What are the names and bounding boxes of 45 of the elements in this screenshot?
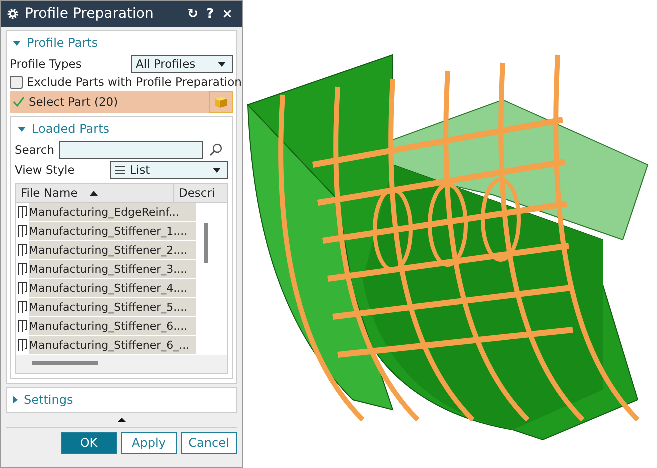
- column-header[interactable]: Descri: [174, 184, 215, 202]
- settings-icon: [7, 8, 19, 20]
- field-label: Profile Types: [10, 57, 82, 71]
- part-file-icon: [18, 224, 28, 238]
- part-file-icon: [18, 205, 28, 219]
- part-file-icon: [18, 300, 28, 314]
- table-row[interactable]: Manufacturing_Stiffener_6_...: [29, 336, 196, 354]
- search-field[interactable]: [58, 141, 203, 159]
- view-style-dropdown[interactable]: List: [110, 161, 228, 179]
- checkbox-label: Exclude Parts with Profile Preparation: [27, 75, 242, 89]
- dialog-button[interactable]: Apply: [121, 432, 177, 454]
- checkbox[interactable]: [10, 76, 23, 88]
- field-label: View Style: [15, 163, 75, 177]
- scrollbar[interactable]: [32, 361, 98, 365]
- window-title: Profile Preparation: [25, 6, 155, 22]
- section-title[interactable]: Loaded Parts: [32, 122, 110, 136]
- dialog-button[interactable]: Cancel: [181, 432, 237, 454]
- table-row[interactable]: Manufacturing_Stiffener_1....: [29, 222, 196, 240]
- table-row[interactable]: Manufacturing_Stiffener_3....: [29, 260, 196, 278]
- field-label: Search: [15, 143, 55, 157]
- profile-types-dropdown[interactable]: All Profiles: [131, 55, 233, 73]
- part-file-icon: [18, 319, 28, 333]
- title-bar-button[interactable]: ↻: [184, 6, 202, 22]
- list-icon: [115, 166, 125, 174]
- part-file-icon: [18, 262, 28, 276]
- table-row[interactable]: Manufacturing_Stiffener_5....: [29, 298, 196, 316]
- part-file-icon: [18, 281, 28, 295]
- table-row[interactable]: Manufacturing_EdgeReinf...: [29, 203, 196, 221]
- column-header[interactable]: File Name: [16, 184, 174, 202]
- cube-icon: [213, 94, 229, 110]
- dialog-button[interactable]: OK: [61, 432, 117, 454]
- table-row[interactable]: Manufacturing_Stiffener_2....: [29, 241, 196, 259]
- title-bar-button[interactable]: ×: [219, 6, 236, 22]
- scrollbar[interactable]: [204, 223, 208, 263]
- part-file-icon: [18, 338, 28, 352]
- part-file-icon: [18, 243, 28, 257]
- title-bar-button[interactable]: ?: [204, 6, 218, 22]
- collapse-icon[interactable]: [118, 418, 126, 422]
- caret-icon: [218, 62, 226, 66]
- table-row[interactable]: Manufacturing_Stiffener_6....: [29, 317, 196, 335]
- section-title[interactable]: Settings: [24, 393, 74, 407]
- section-title[interactable]: Profile Parts: [27, 36, 98, 50]
- sort-icon: [90, 190, 98, 196]
- table-row[interactable]: Manufacturing_Stiffener_4....: [29, 279, 196, 297]
- caret-icon: [213, 168, 221, 172]
